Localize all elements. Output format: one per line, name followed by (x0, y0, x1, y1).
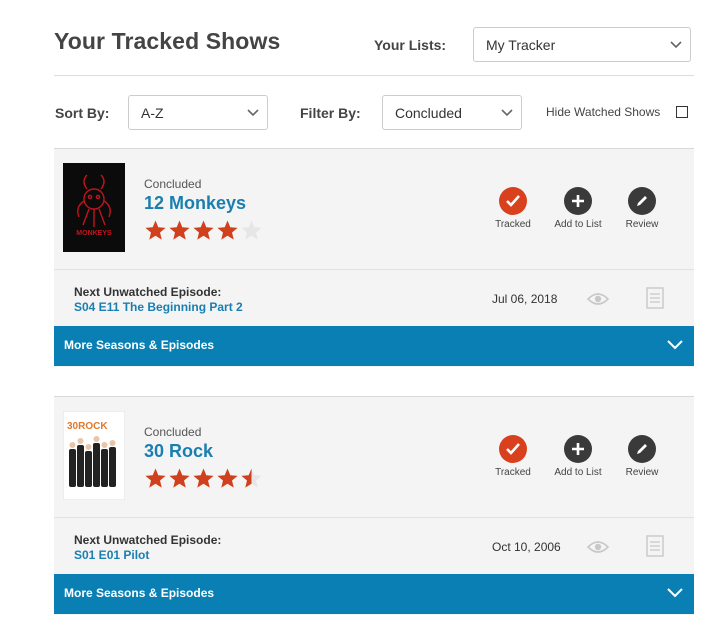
show-poster[interactable]: 30ROCK (63, 411, 125, 500)
sort-select[interactable]: A-Z (128, 95, 268, 130)
lists-select-value: My Tracker (486, 36, 556, 53)
pencil-icon (628, 187, 656, 215)
filter-select-value: Concluded (395, 104, 462, 121)
hide-watched-label: Hide Watched Shows (546, 105, 661, 119)
review-label: Review (625, 467, 659, 478)
chevron-down-icon (670, 40, 682, 48)
checkmark-icon (499, 187, 527, 215)
svg-text:MONKEYS: MONKEYS (76, 230, 112, 237)
plus-icon (564, 435, 592, 463)
star-icon[interactable] (144, 467, 167, 490)
eye-icon[interactable] (587, 292, 609, 306)
add-to-list-button[interactable]: Add to List (546, 435, 610, 478)
notes-icon[interactable] (646, 535, 664, 557)
hide-watched-checkbox[interactable] (676, 106, 688, 118)
filter-select[interactable]: Concluded (382, 95, 522, 130)
show-status: Concluded (144, 177, 202, 191)
show-card: MONKEYS Concluded 12 Monkeys Tracked Add… (54, 148, 694, 367)
chevron-down-icon (667, 340, 683, 350)
more-seasons-label: More Seasons & Episodes (64, 586, 215, 600)
episode-air-date: Oct 10, 2006 (492, 540, 561, 554)
review-label: Review (625, 219, 659, 230)
header-divider (54, 75, 694, 76)
add-to-list-label: Add to List (554, 467, 602, 478)
sort-select-value: A-Z (141, 104, 164, 121)
star-icon[interactable] (240, 467, 263, 490)
notes-icon[interactable] (646, 287, 664, 309)
star-icon[interactable] (168, 467, 191, 490)
show-card: 30ROCK Concluded 30 Rock Tracked Add to … (54, 396, 694, 615)
pencil-icon (628, 435, 656, 463)
star-icon[interactable] (168, 219, 191, 242)
tracked-button[interactable]: Tracked (481, 435, 545, 478)
add-to-list-label: Add to List (554, 219, 602, 230)
next-episode-label: Next Unwatched Episode: (74, 533, 222, 547)
show-title[interactable]: 12 Monkeys (144, 193, 246, 214)
show-status: Concluded (144, 425, 202, 439)
filter-label: Filter By: (300, 105, 361, 121)
next-episode-row: Next Unwatched Episode: S01 E01 Pilot Oc… (54, 517, 694, 574)
lists-select[interactable]: My Tracker (473, 27, 691, 62)
tracked-label: Tracked (495, 219, 531, 230)
review-button[interactable]: Review (610, 435, 674, 478)
star-icon[interactable] (216, 219, 239, 242)
episode-air-date: Jul 06, 2018 (492, 292, 558, 306)
review-button[interactable]: Review (610, 187, 674, 230)
sort-label: Sort By: (55, 105, 110, 121)
star-rating[interactable] (144, 467, 263, 490)
checkmark-icon (499, 435, 527, 463)
show-title[interactable]: 30 Rock (144, 441, 213, 462)
star-rating[interactable] (144, 219, 263, 242)
more-seasons-bar[interactable]: More Seasons & Episodes (54, 326, 694, 366)
eye-icon[interactable] (587, 540, 609, 554)
lists-label: Your Lists: (374, 37, 447, 53)
add-to-list-button[interactable]: Add to List (546, 187, 610, 230)
plus-icon (564, 187, 592, 215)
star-icon[interactable] (216, 467, 239, 490)
more-seasons-bar[interactable]: More Seasons & Episodes (54, 574, 694, 614)
poster-logo-text: 30ROCK (67, 421, 108, 432)
show-poster[interactable]: MONKEYS (63, 163, 125, 252)
tracked-button[interactable]: Tracked (481, 187, 545, 230)
tracked-label: Tracked (495, 467, 531, 478)
show-summary: MONKEYS Concluded 12 Monkeys Tracked Add… (54, 149, 694, 269)
chevron-down-icon (501, 108, 513, 116)
star-icon[interactable] (240, 219, 263, 242)
next-episode-link[interactable]: S04 E11 The Beginning Part 2 (74, 300, 243, 314)
page-title: Your Tracked Shows (54, 28, 281, 54)
chevron-down-icon (667, 588, 683, 598)
star-icon[interactable] (192, 219, 215, 242)
next-episode-link[interactable]: S01 E01 Pilot (74, 548, 149, 562)
more-seasons-label: More Seasons & Episodes (64, 338, 215, 352)
next-episode-row: Next Unwatched Episode: S04 E11 The Begi… (54, 269, 694, 326)
next-episode-label: Next Unwatched Episode: (74, 285, 222, 299)
chevron-down-icon (247, 108, 259, 116)
star-icon[interactable] (144, 219, 167, 242)
show-summary: 30ROCK Concluded 30 Rock Tracked Add to … (54, 397, 694, 517)
star-icon[interactable] (192, 467, 215, 490)
